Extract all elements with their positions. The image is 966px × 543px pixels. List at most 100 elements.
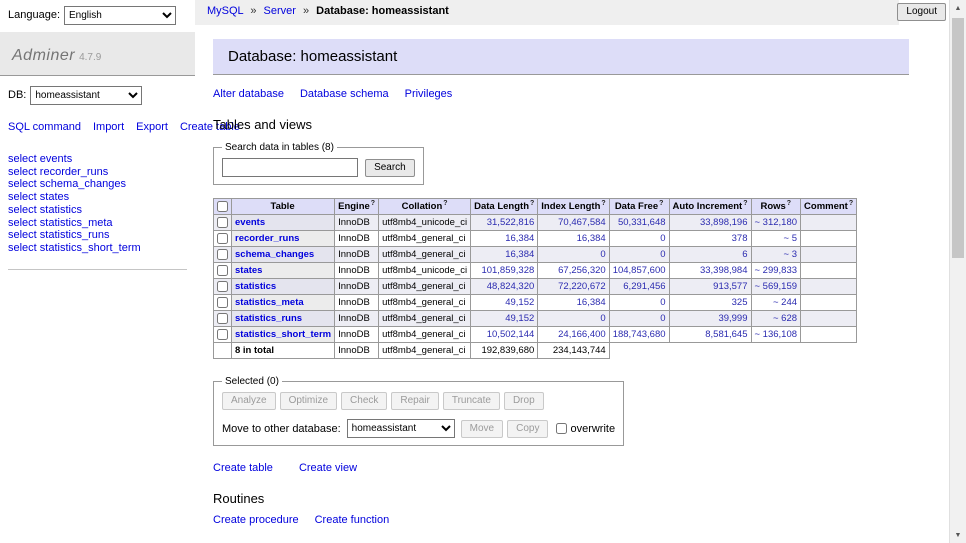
auto-increment-link[interactable]: 33,398,984 bbox=[700, 265, 748, 276]
rows-link[interactable]: ~ 244 bbox=[773, 297, 797, 308]
data-length-link[interactable]: 49,152 bbox=[505, 297, 534, 308]
search-button[interactable]: Search bbox=[365, 159, 415, 177]
sidebar-table-link[interactable]: select statistics_short_term bbox=[8, 242, 141, 254]
copy-button[interactable]: Copy bbox=[507, 420, 548, 438]
auto-increment-link[interactable]: 33,898,196 bbox=[700, 217, 748, 228]
auto-increment-link[interactable]: 39,999 bbox=[718, 313, 747, 324]
truncate-button[interactable]: Truncate bbox=[443, 392, 500, 410]
row-checkbox[interactable] bbox=[217, 329, 228, 340]
rows-link[interactable]: ~ 299,833 bbox=[755, 265, 798, 276]
data-length-link[interactable]: 48,824,320 bbox=[487, 281, 535, 292]
row-checkbox[interactable] bbox=[217, 217, 228, 228]
col-header-collation: Collation? bbox=[379, 199, 471, 215]
data-free-link[interactable]: 0 bbox=[660, 233, 665, 244]
search-input[interactable] bbox=[222, 158, 358, 177]
database-schema-link[interactable]: Database schema bbox=[300, 88, 389, 100]
data-free-link[interactable]: 0 bbox=[660, 313, 665, 324]
data-free-link[interactable]: 188,743,680 bbox=[613, 329, 666, 340]
data-length-link[interactable]: 49,152 bbox=[505, 313, 534, 324]
create-procedure-link[interactable]: Create procedure bbox=[213, 514, 299, 526]
repair-button[interactable]: Repair bbox=[391, 392, 438, 410]
rows-link[interactable]: ~ 5 bbox=[784, 233, 797, 244]
row-checkbox[interactable] bbox=[217, 265, 228, 276]
scroll-down-icon[interactable]: ▼ bbox=[950, 527, 966, 543]
row-checkbox[interactable] bbox=[217, 297, 228, 308]
select-all-checkbox[interactable] bbox=[217, 201, 228, 212]
row-checkbox[interactable] bbox=[217, 281, 228, 292]
export-link[interactable]: Export bbox=[136, 121, 168, 133]
scrollbar-thumb[interactable] bbox=[952, 18, 964, 258]
sidebar-table-link[interactable]: select statistics_meta bbox=[8, 217, 113, 229]
sidebar-table-link[interactable]: select events bbox=[8, 153, 72, 165]
rows-link[interactable]: ~ 312,180 bbox=[755, 217, 798, 228]
rows-link[interactable]: ~ 569,159 bbox=[755, 281, 798, 292]
rows-link[interactable]: ~ 3 bbox=[784, 249, 797, 260]
row-checkbox[interactable] bbox=[217, 233, 228, 244]
index-length-link[interactable]: 16,384 bbox=[577, 297, 606, 308]
sidebar-table-link[interactable]: select states bbox=[8, 191, 69, 203]
row-checkbox[interactable] bbox=[217, 249, 228, 260]
create-function-link[interactable]: Create function bbox=[315, 514, 390, 526]
scroll-up-icon[interactable]: ▲ bbox=[950, 0, 966, 16]
table-name-link[interactable]: events bbox=[235, 217, 265, 228]
sql-command-link[interactable]: SQL command bbox=[8, 121, 81, 133]
data-free-link[interactable]: 0 bbox=[660, 249, 665, 260]
data-free-link[interactable]: 104,857,600 bbox=[613, 265, 666, 276]
sidebar-table-link[interactable]: select recorder_runs bbox=[8, 166, 108, 178]
db-select[interactable]: homeassistant bbox=[30, 86, 142, 105]
language-select[interactable]: English bbox=[64, 6, 176, 25]
rows-cell: ~ 3 bbox=[751, 247, 801, 263]
table-name-link[interactable]: statistics_short_term bbox=[235, 329, 331, 340]
comment-cell bbox=[801, 215, 857, 231]
index-length-link[interactable]: 0 bbox=[600, 249, 605, 260]
import-link[interactable]: Import bbox=[93, 121, 124, 133]
data-length-cell: 31,522,816 bbox=[471, 215, 538, 231]
row-checkbox[interactable] bbox=[217, 313, 228, 324]
move-database-select[interactable]: homeassistant bbox=[347, 419, 455, 438]
table-name-link[interactable]: schema_changes bbox=[235, 249, 314, 260]
index-length-link[interactable]: 72,220,672 bbox=[558, 281, 606, 292]
data-length-link[interactable]: 31,522,816 bbox=[487, 217, 535, 228]
auto-increment-link[interactable]: 325 bbox=[732, 297, 748, 308]
index-length-link[interactable]: 67,256,320 bbox=[558, 265, 606, 276]
table-name-link[interactable]: statistics_meta bbox=[235, 297, 304, 308]
index-length-link[interactable]: 0 bbox=[600, 313, 605, 324]
privileges-link[interactable]: Privileges bbox=[405, 88, 453, 100]
data-length-link[interactable]: 10,502,144 bbox=[487, 329, 535, 340]
optimize-button[interactable]: Optimize bbox=[280, 392, 337, 410]
create-view-link[interactable]: Create view bbox=[299, 462, 357, 474]
vertical-scrollbar[interactable]: ▲ ▼ bbox=[949, 0, 966, 543]
move-button[interactable]: Move bbox=[461, 420, 503, 438]
data-length-link[interactable]: 101,859,328 bbox=[481, 265, 534, 276]
auto-increment-link[interactable]: 913,577 bbox=[713, 281, 747, 292]
alter-database-link[interactable]: Alter database bbox=[213, 88, 284, 100]
drop-button[interactable]: Drop bbox=[504, 392, 544, 410]
sidebar-table-link[interactable]: select schema_changes bbox=[8, 178, 126, 190]
data-free-link[interactable]: 6,291,456 bbox=[623, 281, 665, 292]
table-name-link[interactable]: states bbox=[235, 265, 262, 276]
breadcrumb-mysql-link[interactable]: MySQL bbox=[207, 5, 243, 17]
check-button[interactable]: Check bbox=[341, 392, 387, 410]
auto-increment-link[interactable]: 6 bbox=[742, 249, 747, 260]
rows-link[interactable]: ~ 628 bbox=[773, 313, 797, 324]
index-length-link[interactable]: 70,467,584 bbox=[558, 217, 606, 228]
rows-link[interactable]: ~ 136,108 bbox=[755, 329, 798, 340]
table-name-link[interactable]: statistics_runs bbox=[235, 313, 302, 324]
data-free-link[interactable]: 50,331,648 bbox=[618, 217, 666, 228]
overwrite-checkbox[interactable] bbox=[556, 423, 567, 434]
table-name-link[interactable]: recorder_runs bbox=[235, 233, 299, 244]
index-length-link[interactable]: 24,166,400 bbox=[558, 329, 606, 340]
sidebar-table-link[interactable]: select statistics bbox=[8, 204, 82, 216]
analyze-button[interactable]: Analyze bbox=[222, 392, 276, 410]
sidebar-table-link[interactable]: select statistics_runs bbox=[8, 229, 109, 241]
data-length-link[interactable]: 16,384 bbox=[505, 249, 534, 260]
auto-increment-link[interactable]: 8,581,645 bbox=[705, 329, 747, 340]
breadcrumb-server-link[interactable]: Server bbox=[264, 5, 296, 17]
data-length-link[interactable]: 16,384 bbox=[505, 233, 534, 244]
index-length-link[interactable]: 16,384 bbox=[577, 233, 606, 244]
table-name-link[interactable]: statistics bbox=[235, 281, 276, 292]
auto-increment-link[interactable]: 378 bbox=[732, 233, 748, 244]
logout-button[interactable]: Logout bbox=[897, 3, 946, 21]
data-free-link[interactable]: 0 bbox=[660, 297, 665, 308]
create-table-link-main[interactable]: Create table bbox=[213, 462, 273, 474]
